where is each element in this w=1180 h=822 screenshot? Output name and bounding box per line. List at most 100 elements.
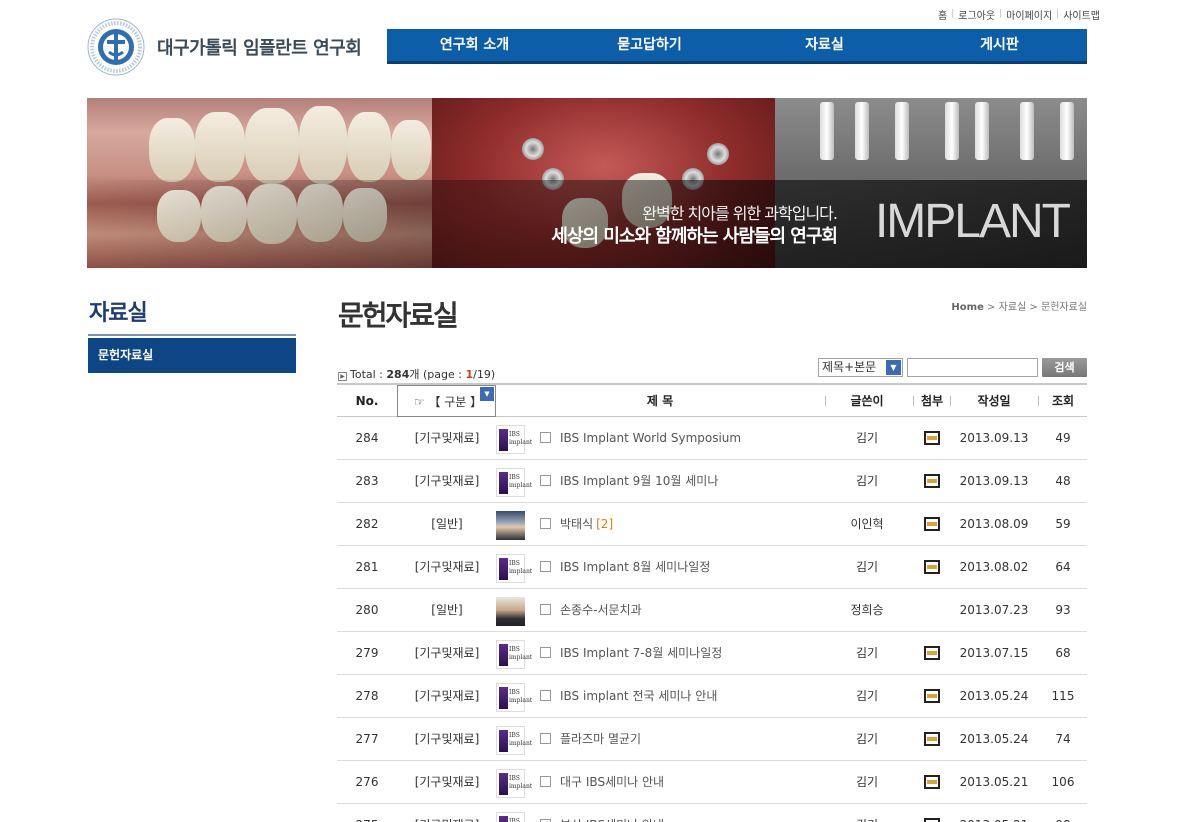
row-category: [기구및재료] — [414, 775, 480, 789]
breadcrumb: Home > 자료실 > 문헌자료실 — [951, 302, 1087, 313]
row-title-link[interactable]: IBS Implant World Symposium — [560, 431, 741, 445]
sidebar-item-literature[interactable]: 문헌자료실 — [88, 338, 296, 373]
thumbnail-image[interactable]: IBSimplant — [496, 468, 532, 497]
row-title-link[interactable]: 손종수-서문치과 — [560, 603, 642, 617]
row-date: 2013.09.13 — [959, 431, 1029, 445]
category-filter-select[interactable]: ☞ 【 구분 】 ▼ — [397, 385, 496, 417]
row-date: 2013.08.09 — [959, 517, 1029, 531]
row-checkbox[interactable] — [540, 518, 551, 529]
row-number: 281 — [355, 560, 379, 574]
attachment-icon[interactable] — [924, 732, 940, 746]
nav-item-about[interactable]: 연구회 소개 — [387, 29, 562, 61]
table-row[interactable]: 278 [기구및재료] IBS implant IBS implant 전국 세미나 안… — [337, 675, 1087, 718]
row-title-link[interactable]: 대구 IBS세미나 안내 — [560, 775, 664, 789]
board-table: No. ☞ 【 구분 】 ▼ 제 목 글쓴이 첨부 작성일 조회 284 [기구및재… — [337, 383, 1087, 822]
row-date: 2013.05.21 — [951, 804, 1037, 822]
site-title: 대구가톨릭 임플란트 연구회 — [157, 38, 362, 59]
row-checkbox[interactable] — [540, 432, 551, 443]
row-checkbox[interactable] — [540, 561, 551, 572]
row-number: 280 — [355, 603, 379, 617]
table-row[interactable]: 279 [기구및재료] IBS implant IBS Implant 7-8월 세미나… — [337, 632, 1087, 675]
nav-item-board[interactable]: 게시판 — [912, 29, 1087, 61]
table-row[interactable]: 284 [기구및재료] IBS implant IBS Implant World Sy… — [337, 417, 1087, 460]
row-number: 284 — [355, 431, 379, 445]
search-input[interactable] — [907, 358, 1038, 377]
thumbnail-image[interactable]: IBSimplant — [496, 554, 532, 583]
nav-item-archive[interactable]: 자료실 — [737, 29, 912, 61]
row-date: 2013.05.21 — [959, 775, 1029, 789]
row-writer: 김기 — [855, 646, 879, 660]
row-hits: 59 — [1055, 517, 1071, 531]
row-category: [기구및재료] — [414, 431, 480, 445]
table-row[interactable]: 277 [기구및재료] IBS implant 플라즈마 멸균기 김기 2013.05.24… — [337, 718, 1087, 761]
row-title-link[interactable]: IBS Implant 7-8월 세미나일정 — [560, 646, 722, 660]
hero-banner: 완벽한 치아를 위한 과학입니다. 세상의 미소와 함께하는 사람들의 연구회 … — [87, 98, 1087, 268]
row-checkbox[interactable] — [540, 604, 551, 615]
row-hits: 98 — [1039, 804, 1087, 822]
current-page: 1 — [465, 368, 474, 381]
sidebar-title: 자료실 — [89, 301, 148, 326]
row-hits: 93 — [1055, 603, 1071, 617]
attachment-icon[interactable] — [924, 689, 940, 703]
thumbnail-image[interactable]: IBSimplant — [496, 812, 525, 822]
table-row[interactable]: 276 [기구및재료] IBS implant 대구 IBS세미나 안내 김기 2013.0… — [337, 761, 1087, 804]
util-link-sitemap[interactable]: 사이트맵 — [1063, 7, 1100, 22]
thumbnail-image[interactable]: IBSimplant — [496, 769, 532, 798]
attachment-icon[interactable] — [924, 560, 940, 574]
col-header-writer: 글쓴이 — [850, 394, 884, 408]
table-row[interactable]: 283 [기구및재료] IBS implant IBS Implant 9월 10월 세… — [337, 460, 1087, 503]
breadcrumb-home[interactable]: Home — [951, 302, 983, 313]
table-row[interactable]: 280 [일반] 손종수-서문치과 정희승 2013.07.23 93 — [337, 589, 1087, 632]
attachment-icon[interactable] — [924, 431, 940, 445]
row-date: 2013.07.23 — [959, 603, 1029, 617]
row-title-link[interactable]: IBS Implant 9월 10월 세미나 — [560, 474, 718, 488]
row-title-link[interactable]: 부산 IBS세미나 안내 — [560, 818, 664, 822]
row-checkbox[interactable] — [540, 690, 551, 701]
thumbnail-image[interactable]: IBSimplant — [496, 640, 532, 669]
bullet-arrow-icon: ▶ — [338, 372, 347, 381]
comment-count: [2] — [596, 517, 614, 531]
col-header-no: No. — [355, 394, 379, 408]
util-link-logout[interactable]: 로그아웃 — [958, 7, 995, 22]
thumbnail-image[interactable]: IBSimplant — [496, 425, 532, 454]
row-checkbox[interactable] — [540, 776, 551, 787]
row-number: 283 — [355, 474, 379, 488]
attachment-icon[interactable] — [924, 775, 940, 789]
row-date: 2013.05.24 — [959, 732, 1029, 746]
row-number: 278 — [355, 689, 379, 703]
attachment-icon[interactable] — [924, 517, 940, 531]
site-logo[interactable]: 대구가톨릭 임플란트 연구회 — [87, 18, 367, 76]
util-link-mypage[interactable]: 마이페이지 — [1006, 7, 1052, 22]
main-nav: 연구회 소개 묻고답하기 자료실 게시판 — [387, 29, 1087, 64]
chevron-down-icon: ▼ — [886, 360, 901, 375]
breadcrumb-level1[interactable]: 자료실 — [999, 302, 1027, 313]
table-row[interactable]: 275[기구및재료]IBSimplant 부산 IBS세미나 안내 김기 2013.0… — [337, 804, 1087, 822]
search-button[interactable]: 검색 — [1042, 358, 1087, 377]
thumbnail-image[interactable]: IBSimplant — [496, 726, 532, 755]
table-row[interactable]: 281 [기구및재료] IBS implant IBS Implant 8월 세미나일정… — [337, 546, 1087, 589]
nav-item-qna[interactable]: 묻고답하기 — [562, 29, 737, 61]
util-link-home[interactable]: 홈 — [938, 7, 947, 22]
attachment-icon[interactable] — [924, 646, 940, 660]
thumbnail-image[interactable] — [496, 597, 525, 626]
attachment-icon[interactable] — [924, 474, 940, 488]
row-title-link[interactable]: IBS Implant 8월 세미나일정 — [560, 560, 710, 574]
row-date: 2013.07.15 — [959, 646, 1029, 660]
row-checkbox[interactable] — [540, 733, 551, 744]
row-number: 276 — [355, 775, 379, 789]
row-title-link[interactable]: 플라즈마 멸균기 — [560, 732, 641, 746]
row-checkbox[interactable] — [540, 475, 551, 486]
thumbnail-image[interactable] — [496, 511, 525, 540]
row-hits: 115 — [1051, 689, 1075, 703]
row-title-link[interactable]: 박태식 — [560, 517, 593, 531]
thumbnail-image[interactable]: IBSimplant — [496, 683, 532, 712]
page-title: 문헌자료실 — [338, 299, 459, 332]
table-row[interactable]: 282 [일반] 박태식 [2] 이인혁 2013.08.09 59 — [337, 503, 1087, 546]
attachment-icon[interactable] — [924, 818, 940, 822]
breadcrumb-level2: 문헌자료실 — [1041, 302, 1087, 313]
row-writer: 김기 — [855, 775, 879, 789]
search-field-select[interactable]: 제목+본문 ▼ — [818, 358, 903, 377]
row-title-link[interactable]: IBS implant 전국 세미나 안내 — [560, 689, 717, 703]
row-checkbox[interactable] — [540, 647, 551, 658]
sidebar-divider — [88, 334, 296, 336]
